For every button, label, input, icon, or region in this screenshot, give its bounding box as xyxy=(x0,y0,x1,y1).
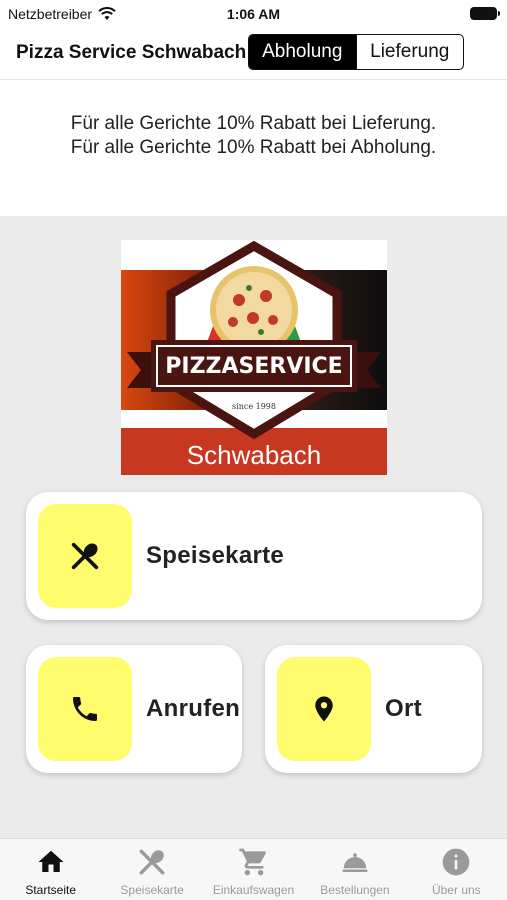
order-mode-segmented-control: Abholung Lieferung xyxy=(248,34,464,70)
tab-einkaufswagen[interactable]: Einkaufswagen xyxy=(203,839,304,900)
tab-bar: Startseite Speisekarte Einkaufswagen Bes… xyxy=(0,838,507,900)
call-card[interactable]: Anrufen xyxy=(26,645,242,773)
call-card-label: Anrufen xyxy=(146,695,241,722)
tab-bestellungen[interactable]: Bestellungen xyxy=(304,839,405,900)
segment-lieferung[interactable]: Lieferung xyxy=(355,35,464,69)
fork-spoon-icon xyxy=(71,542,99,570)
location-pin-icon xyxy=(315,696,333,722)
tab-speisekarte[interactable]: Speisekarte xyxy=(101,839,202,900)
cart-icon xyxy=(238,848,266,876)
navigation-bar: Pizza Service Schwabach Abholung Lieferu… xyxy=(0,28,507,80)
status-bar: Netzbetreiber 1:06 AM xyxy=(0,0,507,28)
location-icon-tile xyxy=(277,657,371,761)
status-time: 1:06 AM xyxy=(226,6,281,22)
logo-brand-text: PIZZASERVICE xyxy=(165,354,342,379)
restaurant-logo: PIZZASERVICE since 1998 Schwabach xyxy=(121,240,387,475)
info-icon xyxy=(442,848,470,876)
tab-ueber-uns[interactable]: Über uns xyxy=(406,839,507,900)
tab-label: Bestellungen xyxy=(320,883,390,897)
discount-pickup-text: Für alle Gerichte 10% Rabatt bei Abholun… xyxy=(70,137,437,158)
location-card-label: Ort xyxy=(385,695,422,722)
tab-label: Über uns xyxy=(431,883,481,897)
discount-delivery-text: Für alle Gerichte 10% Rabatt bei Lieferu… xyxy=(70,113,437,134)
page-title: Pizza Service Schwabach xyxy=(16,42,247,63)
tab-label: Einkaufswagen xyxy=(212,883,295,897)
menu-card-label: Speisekarte xyxy=(146,542,285,569)
tab-startseite[interactable]: Startseite xyxy=(0,839,101,900)
home-icon xyxy=(38,850,64,872)
logo-city-text: Schwabach xyxy=(187,440,321,470)
location-card[interactable]: Ort xyxy=(265,645,482,773)
discount-banner: Für alle Gerichte 10% Rabatt bei Lieferu… xyxy=(0,80,507,216)
tab-label: Startseite xyxy=(25,883,77,897)
battery-icon xyxy=(470,7,500,20)
tab-label: Speisekarte xyxy=(120,883,184,897)
logo-since-text: since 1998 xyxy=(232,402,276,411)
segment-abholung[interactable]: Abholung xyxy=(249,35,356,69)
menu-card[interactable]: Speisekarte xyxy=(26,492,482,620)
phone-icon xyxy=(73,697,97,721)
call-icon-tile xyxy=(38,657,132,761)
menu-icon-tile xyxy=(38,504,132,608)
fork-spoon-icon xyxy=(139,849,165,875)
cloche-icon xyxy=(342,853,368,872)
